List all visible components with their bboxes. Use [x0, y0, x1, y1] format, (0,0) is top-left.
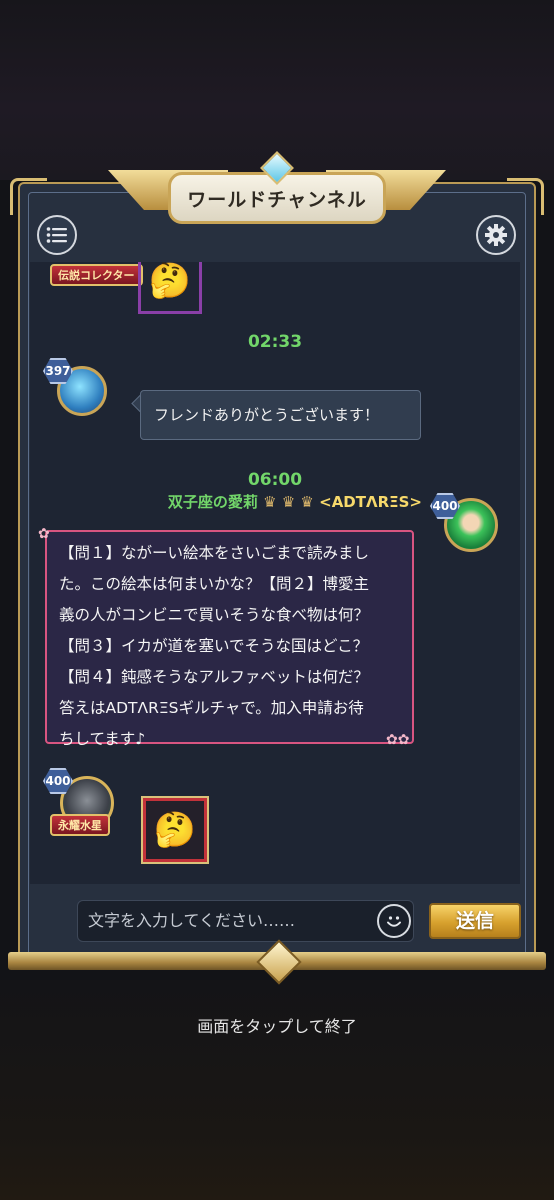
sticker: 🤔: [138, 262, 202, 314]
title-badge: 伝説コレクター: [50, 264, 143, 286]
message-line: 【問４】鈍感そうなアルファベットは何だ？: [59, 668, 369, 686]
message-line: 答えはADTΛRΞSギルチャで。加入申請お待: [59, 699, 364, 717]
message-text: フレンドありがとうございます！: [154, 406, 380, 424]
player-name: 双子座の愛莉: [167, 493, 258, 511]
flower-icon: ✿✿: [386, 732, 410, 748]
message-line: ちしてます♪: [59, 730, 146, 748]
message-input[interactable]: 文字を入力してください……: [77, 900, 414, 942]
message-time: 02:33: [247, 332, 303, 352]
title-badge: 永耀水星: [50, 814, 110, 836]
close-hint[interactable]: 画面をタップして終了: [0, 1013, 554, 1037]
message-time: 06:00: [247, 470, 303, 490]
frame-ornament: [10, 178, 47, 215]
smiley-icon: [387, 916, 401, 927]
menu-button[interactable]: [37, 215, 77, 255]
send-button[interactable]: 送信: [429, 903, 521, 939]
title-icons: ♛ ♛ ♛: [263, 493, 314, 511]
guild-tag: <ADTΛRΞS>: [319, 493, 422, 511]
settings-button[interactable]: [476, 215, 516, 255]
input-placeholder: 文字を入力してください……: [88, 911, 296, 930]
thinking-face-icon: 🤔: [148, 262, 192, 301]
message-line: 義の人がコンビニで買いそうな食べ物は何？: [59, 606, 370, 624]
sticker: 🤔: [141, 796, 209, 864]
message-line: 【問１】ながーい絵本をさいごまで読みまし: [59, 544, 370, 562]
sender-name[interactable]: 双子座の愛莉 ♛ ♛ ♛ <ADTΛRΞS>: [168, 491, 422, 512]
thinking-face-icon: 🤔: [153, 810, 197, 850]
list-icon: [46, 227, 67, 243]
chat-log[interactable]: 伝説コレクター 🤔 02:33 397 フレンドありがとうございます！ 06:0…: [30, 262, 520, 884]
message-line: た。この絵本は何まいかな？【問２】博愛主: [59, 575, 370, 593]
message-line: 【問３】イカが道を塞いでそうな国はどこ？: [59, 637, 369, 655]
page-title: ワールドチャンネル: [187, 188, 367, 211]
chat-bubble-decorated: 【問１】ながーい絵本をさいごまで読みまし た。この絵本は何まいかな？【問２】博愛…: [45, 530, 414, 748]
frame-ornament: [507, 178, 544, 215]
gear-icon: [485, 224, 507, 246]
flower-icon: ✿: [38, 526, 50, 542]
chat-bubble: フレンドありがとうございます！: [140, 390, 421, 440]
emoji-button[interactable]: [377, 904, 411, 938]
